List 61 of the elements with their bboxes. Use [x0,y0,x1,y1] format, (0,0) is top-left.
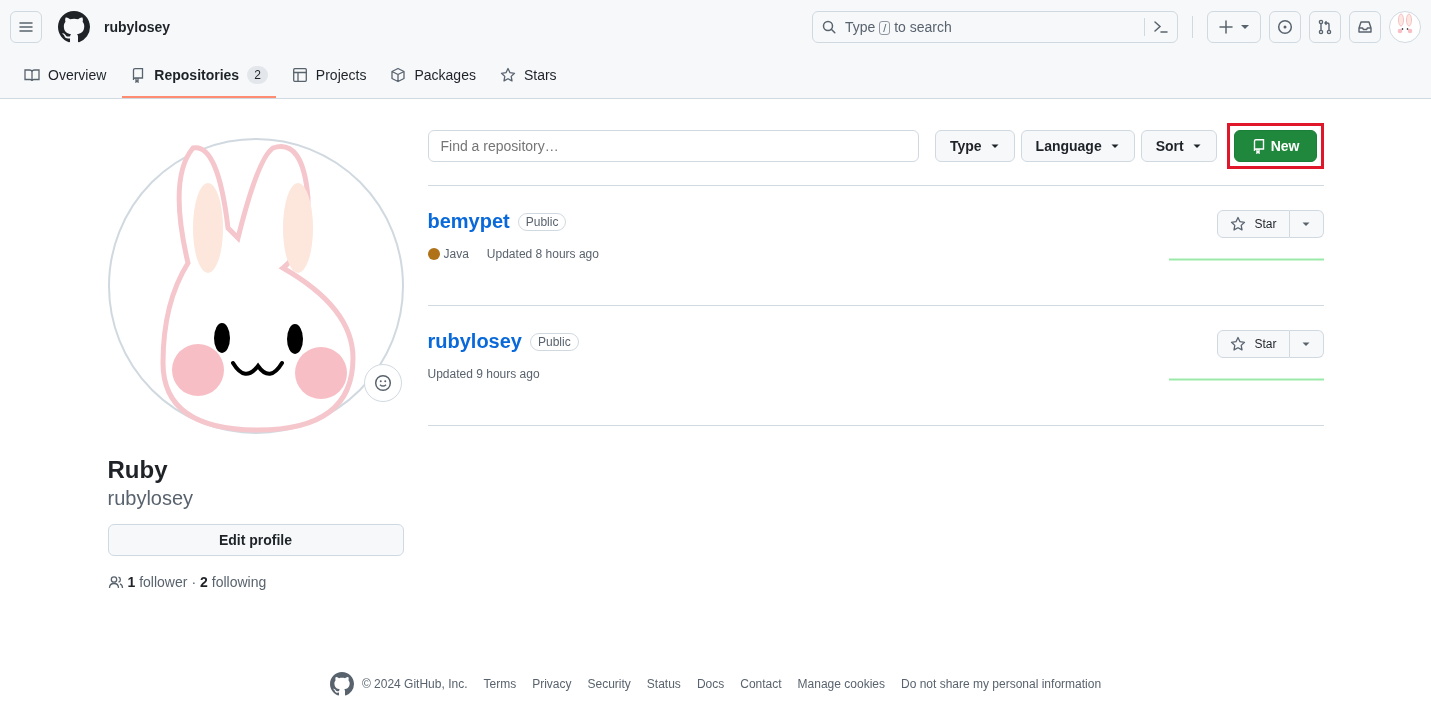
language-name: Java [443,247,469,261]
profile-tab[interactable]: Repositories 2 [122,54,276,98]
table-icon [291,67,308,83]
filter-dropdown-button[interactable]: Language [1020,130,1135,162]
menu-icon [18,19,34,35]
profile-tab[interactable]: Overview [16,54,115,98]
updated-time: Updated 8 hours ago [486,247,599,261]
issues-button[interactable] [1269,11,1301,43]
menu-button[interactable] [10,11,42,43]
book-icon [24,67,40,83]
edit-profile-button[interactable]: Edit profile [107,523,404,556]
new-repository-button[interactable]: New [1233,130,1317,162]
profile-tab[interactable]: Stars [491,54,565,98]
inbox-button[interactable] [1349,11,1381,43]
filter-dropdown-button[interactable]: Sort [1140,130,1217,162]
profile-name: Ruby [107,456,169,485]
people-icon [107,573,124,590]
star-icon [1230,336,1247,352]
plus-icon [1218,19,1234,35]
footer-link[interactable]: Do not share my personal information [900,677,1102,691]
issue-circle-icon [1277,19,1293,35]
footer-link[interactable]: Terms [483,677,517,691]
package-icon [390,67,407,83]
github-logo-icon[interactable] [329,672,354,696]
create-new-button[interactable] [1207,11,1261,43]
github-logo-icon[interactable] [58,11,90,43]
profile-username: rubylosey [107,486,195,510]
star-icon [499,67,516,83]
username-link[interactable]: rubylosey [104,19,171,35]
inbox-icon [1357,19,1373,35]
search-icon [821,19,837,35]
footer-link[interactable]: Privacy [532,677,572,691]
star-list-dropdown-button[interactable] [1289,210,1324,238]
set-status-button[interactable] [363,364,402,402]
search-field[interactable]: Type / to search [812,11,1178,43]
footer-link[interactable]: Security [587,677,631,691]
star-button[interactable]: Star [1217,210,1290,238]
profile-tab[interactable]: Projects [283,54,375,98]
repository-link[interactable]: rubylosey [427,330,522,353]
footer-link[interactable]: Docs [696,677,725,691]
filter-dropdown-button[interactable]: Type [934,130,1015,162]
star-icon [1230,216,1247,232]
star-list-dropdown-button[interactable] [1289,330,1324,358]
footer-link[interactable]: Status [646,677,681,691]
find-repository-field[interactable]: Find a repository… [427,130,919,162]
copyright-text: © 2024 GitHub, Inc. [361,677,468,691]
star-button[interactable]: Star [1217,330,1290,358]
pull-request-icon [1317,19,1333,35]
caret-icon [1240,22,1250,32]
footer-link[interactable]: Manage cookies [797,677,885,691]
command-palette-icon[interactable] [1153,19,1169,35]
profile-tab[interactable]: Packages [382,54,484,98]
footer-link[interactable]: Contact [740,677,782,691]
separator-dot: · [191,573,197,590]
repository-link[interactable]: bemypet [427,210,510,233]
following-link[interactable]: 2 following [200,573,267,590]
followers-link[interactable]: 1 follower [127,573,188,590]
pull-requests-button[interactable] [1309,11,1341,43]
smiley-icon [373,374,392,392]
updated-time: Updated 9 hours ago [427,367,540,381]
repository-count: 2 [247,66,268,84]
